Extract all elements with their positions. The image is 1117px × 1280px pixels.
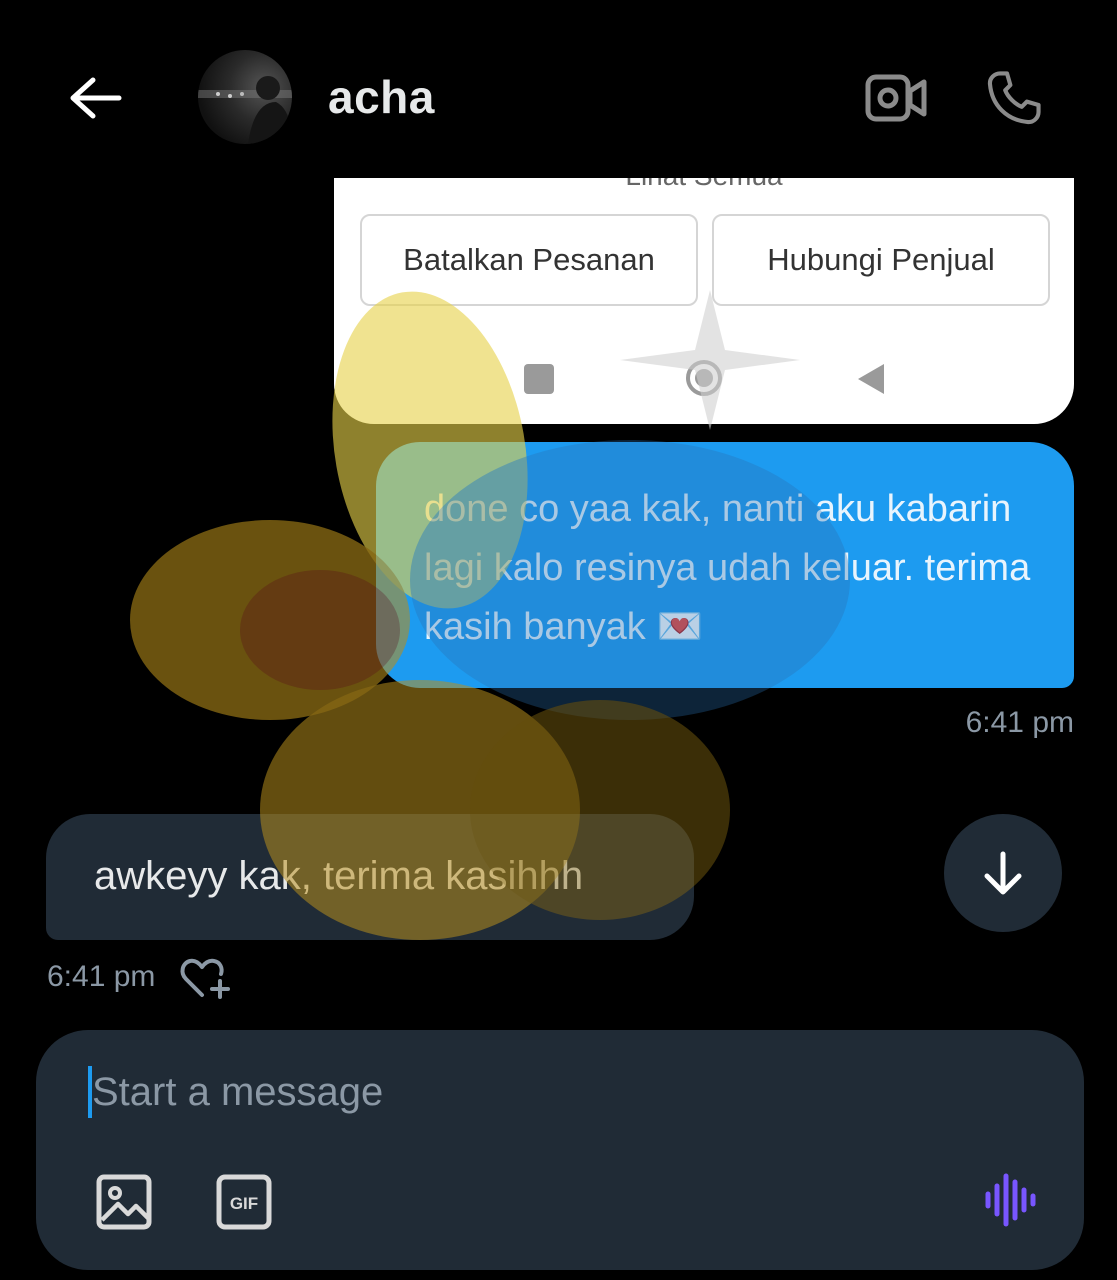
gif-label: GIF — [230, 1194, 258, 1213]
text-caret — [88, 1066, 92, 1118]
triangle-back-icon — [858, 364, 884, 394]
video-camera-icon — [865, 74, 927, 122]
gif-icon: GIF — [216, 1174, 272, 1230]
outgoing-message-time: 6:41 pm — [965, 706, 1074, 739]
voice-wave-icon — [985, 1173, 1036, 1227]
voice-call-button[interactable] — [978, 62, 1050, 134]
message-input[interactable] — [86, 1064, 992, 1120]
back-button[interactable] — [60, 68, 130, 128]
avatar[interactable] — [198, 50, 292, 144]
message-composer: GIF — [36, 1030, 1084, 1270]
scroll-to-bottom-button[interactable] — [944, 814, 1062, 932]
heart-plus-icon — [180, 958, 230, 999]
incoming-message-time: 6:41 pm — [47, 960, 156, 993]
square-icon — [524, 364, 554, 394]
add-reaction-button[interactable] — [176, 952, 234, 1004]
circle-home-icon — [686, 360, 722, 396]
card-see-all-text: Lihat Semua — [334, 178, 1074, 192]
contact-name[interactable]: acha — [328, 70, 435, 124]
add-media-button[interactable] — [92, 1170, 156, 1234]
incoming-message-bubble[interactable]: awkeyy kak, terima kasihhh — [46, 814, 694, 940]
cancel-order-button: Batalkan Pesanan — [360, 214, 698, 306]
image-icon — [96, 1174, 152, 1230]
gif-button[interactable]: GIF — [212, 1170, 276, 1234]
arrow-down-icon — [984, 851, 1022, 895]
voice-message-button[interactable] — [978, 1168, 1042, 1232]
video-call-button[interactable] — [860, 68, 932, 128]
shared-image-card[interactable]: Lihat Semua Batalkan Pesanan Hubungi Pen… — [334, 178, 1074, 424]
outgoing-message-bubble[interactable]: done co yaa kak, nanti aku kabarin lagi … — [376, 442, 1074, 688]
contact-seller-button: Hubungi Penjual — [712, 214, 1050, 306]
arrow-left-icon — [70, 77, 122, 119]
phone-icon — [987, 71, 1041, 125]
